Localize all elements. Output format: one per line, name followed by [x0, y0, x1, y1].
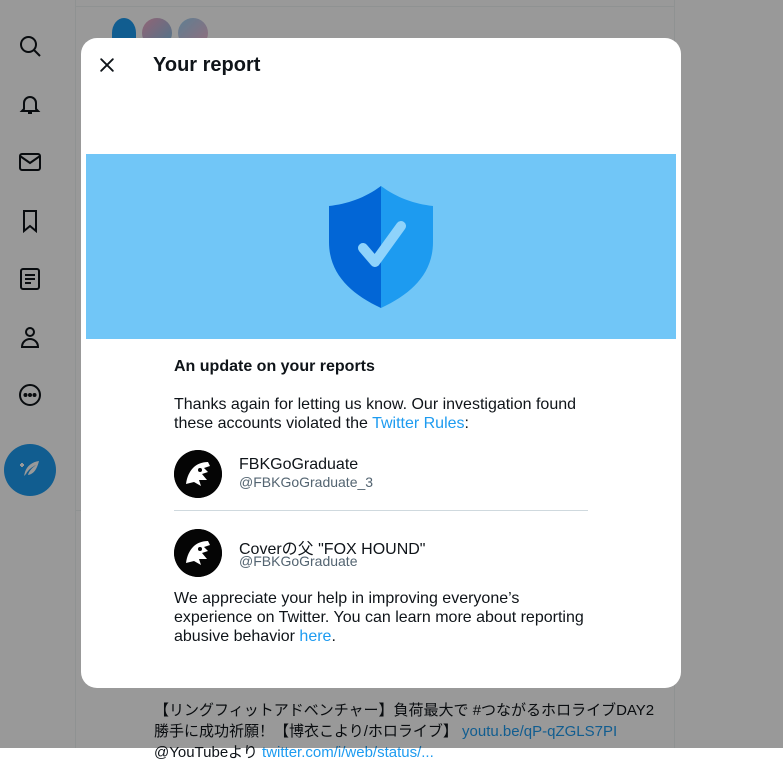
- outro-paragraph: We appreciate your help in improving eve…: [174, 590, 584, 645]
- account-name: FBKGoGraduate: [239, 456, 359, 473]
- account-handle: @FBKGoGraduate_3: [239, 474, 374, 490]
- reported-account[interactable]: Coverの父 "FOX HOUND" @FBKGoGraduate: [174, 529, 588, 579]
- report-banner: [86, 154, 676, 339]
- close-icon: [100, 58, 114, 72]
- modal-title: Your report: [153, 54, 261, 76]
- reported-account[interactable]: FBKGoGraduate @FBKGoGraduate_3: [174, 450, 588, 500]
- shield-check-icon: [329, 185, 433, 308]
- update-heading: An update on your reports: [174, 358, 375, 375]
- report-content: An update on your reports Thanks again f…: [174, 358, 588, 645]
- account-divider: [174, 510, 588, 511]
- report-modal: Your report An update on your reports Th…: [81, 38, 681, 688]
- close-button[interactable]: [93, 51, 121, 79]
- intro-paragraph: Thanks again for letting us know. Our in…: [174, 396, 577, 432]
- account-handle: @FBKGoGraduate: [239, 553, 358, 569]
- learn-more-link[interactable]: here: [299, 628, 331, 645]
- avatar: [174, 450, 222, 498]
- twitter-rules-link[interactable]: Twitter Rules: [372, 415, 464, 432]
- avatar: [174, 529, 222, 577]
